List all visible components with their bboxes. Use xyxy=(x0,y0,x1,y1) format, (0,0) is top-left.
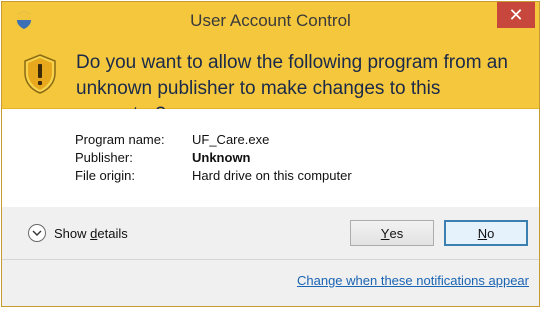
uac-dialog: User Account Control ✕ Do you want to al… xyxy=(1,1,540,307)
publisher-row: Publisher: Unknown xyxy=(75,149,352,167)
action-bar: Show details Yes No xyxy=(2,207,539,260)
details-table: Program name: UF_Care.exe Publisher: Unkno… xyxy=(75,131,352,185)
publisher-label: Publisher: xyxy=(75,150,133,165)
window-title: User Account Control xyxy=(190,11,351,30)
program-name-value: UF_Care.exe xyxy=(192,132,270,147)
warning-shield-icon xyxy=(24,54,56,94)
prompt-banner: Do you want to allow the following progr… xyxy=(2,38,539,125)
file-origin-value: Hard drive on this computer xyxy=(192,168,352,183)
change-notifications-link[interactable]: Change when these notifications appear xyxy=(297,273,529,288)
show-details-toggle[interactable]: Show details xyxy=(28,224,128,242)
program-name-row: Program name: UF_Care.exe xyxy=(75,131,352,149)
yes-button[interactable]: Yes xyxy=(350,220,434,246)
program-name-label: Program name: xyxy=(75,132,165,147)
close-button[interactable]: ✕ xyxy=(497,2,535,28)
no-button[interactable]: No xyxy=(444,220,528,246)
file-origin-label: File origin: xyxy=(75,168,135,183)
program-details: Program name: UF_Care.exe Publisher: Unkno… xyxy=(2,109,539,207)
chevron-down-icon xyxy=(28,224,46,242)
title-bar: User Account Control ✕ xyxy=(2,2,539,38)
show-details-label: Show details xyxy=(54,225,128,241)
file-origin-row: File origin: Hard drive on this computer xyxy=(75,167,352,185)
close-icon: ✕ xyxy=(508,4,524,25)
publisher-value: Unknown xyxy=(192,150,251,165)
